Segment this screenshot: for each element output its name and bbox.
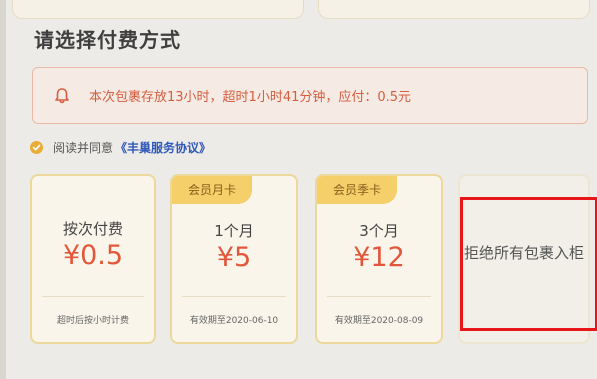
service-agreement-link[interactable]: 《丰巢服务协议》 [115, 139, 211, 156]
page-title: 请选择付费方式 [34, 28, 181, 52]
screen-edge [0, 0, 6, 379]
plan-price: ¥0.5 [62, 240, 124, 271]
plan-tag: 会员季卡 [317, 176, 398, 204]
divider [327, 296, 431, 297]
highlight-box [460, 197, 597, 331]
plan-note: 有效期至2020-06-10 [189, 316, 279, 326]
agreement-row[interactable]: 阅读并同意 《丰巢服务协议》 [30, 139, 211, 156]
previous-card-left [12, 0, 304, 19]
plan-price: ¥12 [353, 242, 405, 273]
plan-price: ¥5 [216, 242, 252, 273]
divider [42, 296, 144, 297]
notice-text: 本次包裹存放13小时，超时1小时41分钟，应付：0.5元 [89, 90, 412, 105]
plan-name: 按次付费 [62, 220, 123, 238]
plan-pay-per-use[interactable]: 按次付费 ¥0.5 超时后按小时计费 [30, 174, 156, 344]
plan-name: 3个月 [359, 222, 399, 240]
agreement-prefix: 阅读并同意 [53, 141, 114, 155]
plan-note: 有效期至2020-08-09 [334, 316, 424, 326]
plan-tag: 会员月卡 [172, 176, 253, 204]
fee-notice: 本次包裹存放13小时，超时1小时41分钟，应付：0.5元 [32, 67, 588, 124]
previous-card-right [318, 0, 590, 19]
plan-monthly-card[interactable]: 会员月卡 1个月 ¥5 有效期至2020-06-10 [170, 174, 298, 344]
plan-note: 超时后按小时计费 [56, 316, 129, 326]
divider [182, 296, 286, 297]
bell-icon [53, 87, 71, 105]
checkbox-checked-icon[interactable] [30, 141, 43, 154]
plan-quarterly-card[interactable]: 会员季卡 3个月 ¥12 有效期至2020-08-09 [315, 174, 443, 344]
plan-name: 1个月 [214, 222, 254, 240]
